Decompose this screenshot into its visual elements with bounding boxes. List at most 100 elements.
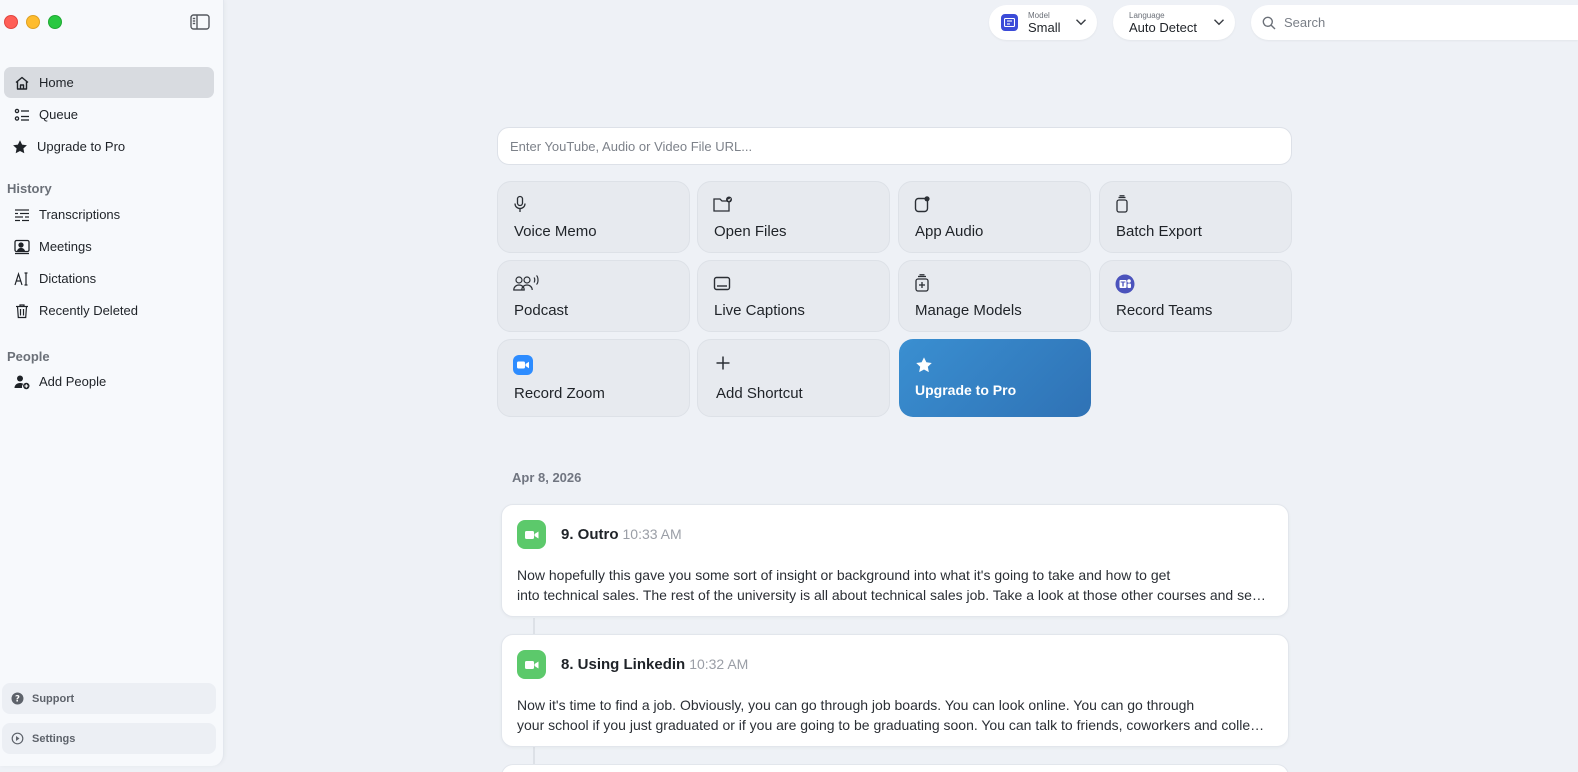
batch-export-tile[interactable]: Batch Export (1099, 181, 1292, 253)
model-icon (1001, 14, 1018, 31)
search-input[interactable]: Search (1284, 15, 1325, 30)
captions-icon (713, 276, 731, 291)
add-shortcut-tile[interactable]: Add Shortcut (697, 339, 890, 417)
search-bar[interactable]: Search (1251, 5, 1578, 40)
card-excerpt-line: Now hopefully this gave you some sort of… (517, 567, 1171, 583)
sidebar-toggle-icon[interactable] (190, 14, 210, 30)
transcription-card-partial[interactable] (501, 764, 1289, 772)
tile-label: App Audio (915, 223, 984, 240)
minimize-window-button[interactable] (26, 15, 40, 29)
record-teams-tile[interactable]: T Record Teams (1099, 260, 1292, 332)
card-time: 10:32 AM (689, 656, 749, 672)
card-excerpt-line: Now it's time to find a job. Obviously, … (517, 697, 1195, 713)
card-title: 8. Using Linkedin 10:32 AM (561, 656, 748, 673)
meetings-icon (14, 239, 30, 254)
support-label: Support (32, 692, 75, 705)
sidebar-item-queue[interactable]: Queue (4, 99, 214, 130)
sidebar-item-label: Recently Deleted (39, 303, 138, 318)
queue-icon (14, 108, 29, 121)
tile-label: Add Shortcut (716, 385, 803, 402)
tile-label: Podcast (514, 302, 569, 319)
star-icon (916, 357, 932, 373)
support-button[interactable]: ? Support (2, 683, 216, 714)
tile-label: Live Captions (714, 302, 805, 319)
open-files-tile[interactable]: Open Files (697, 181, 890, 253)
history-heading: History (7, 181, 52, 196)
close-window-button[interactable] (4, 15, 18, 29)
tile-label: Record Teams (1116, 302, 1213, 319)
help-icon: ? (11, 692, 24, 705)
sidebar-item-recently-deleted[interactable]: Recently Deleted (4, 295, 214, 326)
tile-label: Manage Models (915, 302, 1022, 319)
transcriptions-icon (15, 208, 29, 221)
star-icon (13, 139, 27, 153)
card-excerpt-line: into technical sales. The rest of the un… (517, 587, 1267, 603)
settings-button[interactable]: Settings (2, 723, 216, 754)
transcription-card[interactable]: 9. Outro 10:33 AM Now hopefully this gave… (501, 504, 1289, 617)
video-icon (517, 650, 546, 679)
folder-icon (713, 196, 732, 212)
transcription-card[interactable]: 8. Using Linkedin 10:32 AM Now it's time … (501, 634, 1289, 747)
sidebar-item-label: Home (39, 75, 74, 90)
tile-label: Voice Memo (514, 223, 597, 240)
sidebar-item-label: Dictations (39, 271, 97, 286)
podcast-people-icon (513, 275, 539, 291)
podcast-tile[interactable]: Podcast (497, 260, 690, 332)
app-audio-tile[interactable]: App Audio (898, 181, 1091, 253)
dictation-icon (14, 271, 28, 286)
language-value: Auto Detect (1129, 19, 1197, 35)
record-zoom-tile[interactable]: Record Zoom (497, 339, 690, 417)
add-box-icon (915, 274, 929, 292)
window-controls (4, 15, 62, 29)
sidebar-item-label: Upgrade to Pro (37, 139, 126, 154)
card-title: 9. Outro 10:33 AM (561, 526, 682, 543)
sidebar-item-upgrade[interactable]: Upgrade to Pro (4, 131, 214, 162)
model-value: Small (1028, 19, 1061, 35)
sidebar-item-label: Add People (39, 374, 107, 389)
video-icon (517, 520, 546, 549)
add-person-icon (14, 375, 30, 389)
voice-memo-tile[interactable]: Voice Memo (497, 181, 690, 253)
card-excerpt: Now hopefully this gave you some sort of… (517, 565, 1267, 605)
sidebar-item-label: Transcriptions (39, 207, 121, 222)
settings-label: Settings (32, 732, 76, 745)
live-captions-tile[interactable]: Live Captions (697, 260, 890, 332)
plus-icon (716, 356, 730, 370)
card-title-text: 8. Using Linkedin (561, 656, 686, 673)
date-heading: Apr 8, 2026 (512, 470, 582, 485)
microphone-icon (514, 195, 526, 212)
svg-text:T: T (1121, 281, 1126, 289)
sidebar-item-transcriptions[interactable]: Transcriptions (4, 199, 214, 230)
zoom-icon (513, 355, 533, 375)
card-excerpt-line: your school if you just graduated or if … (517, 717, 1267, 733)
people-heading: People (7, 349, 50, 364)
tile-label: Open Files (714, 223, 787, 240)
model-caption: Model (1028, 10, 1050, 20)
sidebar-item-home[interactable]: Home (4, 67, 214, 98)
sidebar-item-label: Queue (39, 107, 79, 122)
sidebar-item-dictations[interactable]: Dictations (4, 263, 214, 294)
tile-label: Upgrade to Pro (915, 382, 1017, 398)
zoom-window-button[interactable] (48, 15, 62, 29)
language-caption: Language (1129, 10, 1165, 20)
settings-icon (11, 732, 24, 745)
card-title-text: 9. Outro (561, 526, 619, 543)
manage-models-tile[interactable]: Manage Models (898, 260, 1091, 332)
tile-label: Batch Export (1116, 223, 1202, 240)
search-icon (1262, 16, 1276, 29)
language-selector[interactable]: Language Auto Detect (1113, 5, 1235, 40)
model-selector[interactable]: Model Small (989, 5, 1097, 40)
url-input[interactable] (497, 127, 1292, 165)
app-window-icon (914, 196, 930, 213)
chevron-down-icon (1076, 19, 1086, 26)
chevron-down-icon (1214, 19, 1224, 26)
tile-label: Record Zoom (514, 385, 605, 402)
sidebar-item-label: Meetings (39, 239, 92, 254)
upgrade-pro-tile[interactable]: Upgrade to Pro (899, 339, 1091, 417)
home-icon (15, 76, 29, 90)
card-excerpt: Now it's time to find a job. Obviously, … (517, 695, 1267, 735)
sidebar-item-add-people[interactable]: Add People (4, 366, 214, 397)
teams-icon: T (1115, 274, 1135, 294)
svg-text:?: ? (15, 695, 20, 705)
sidebar-item-meetings[interactable]: Meetings (4, 231, 214, 262)
